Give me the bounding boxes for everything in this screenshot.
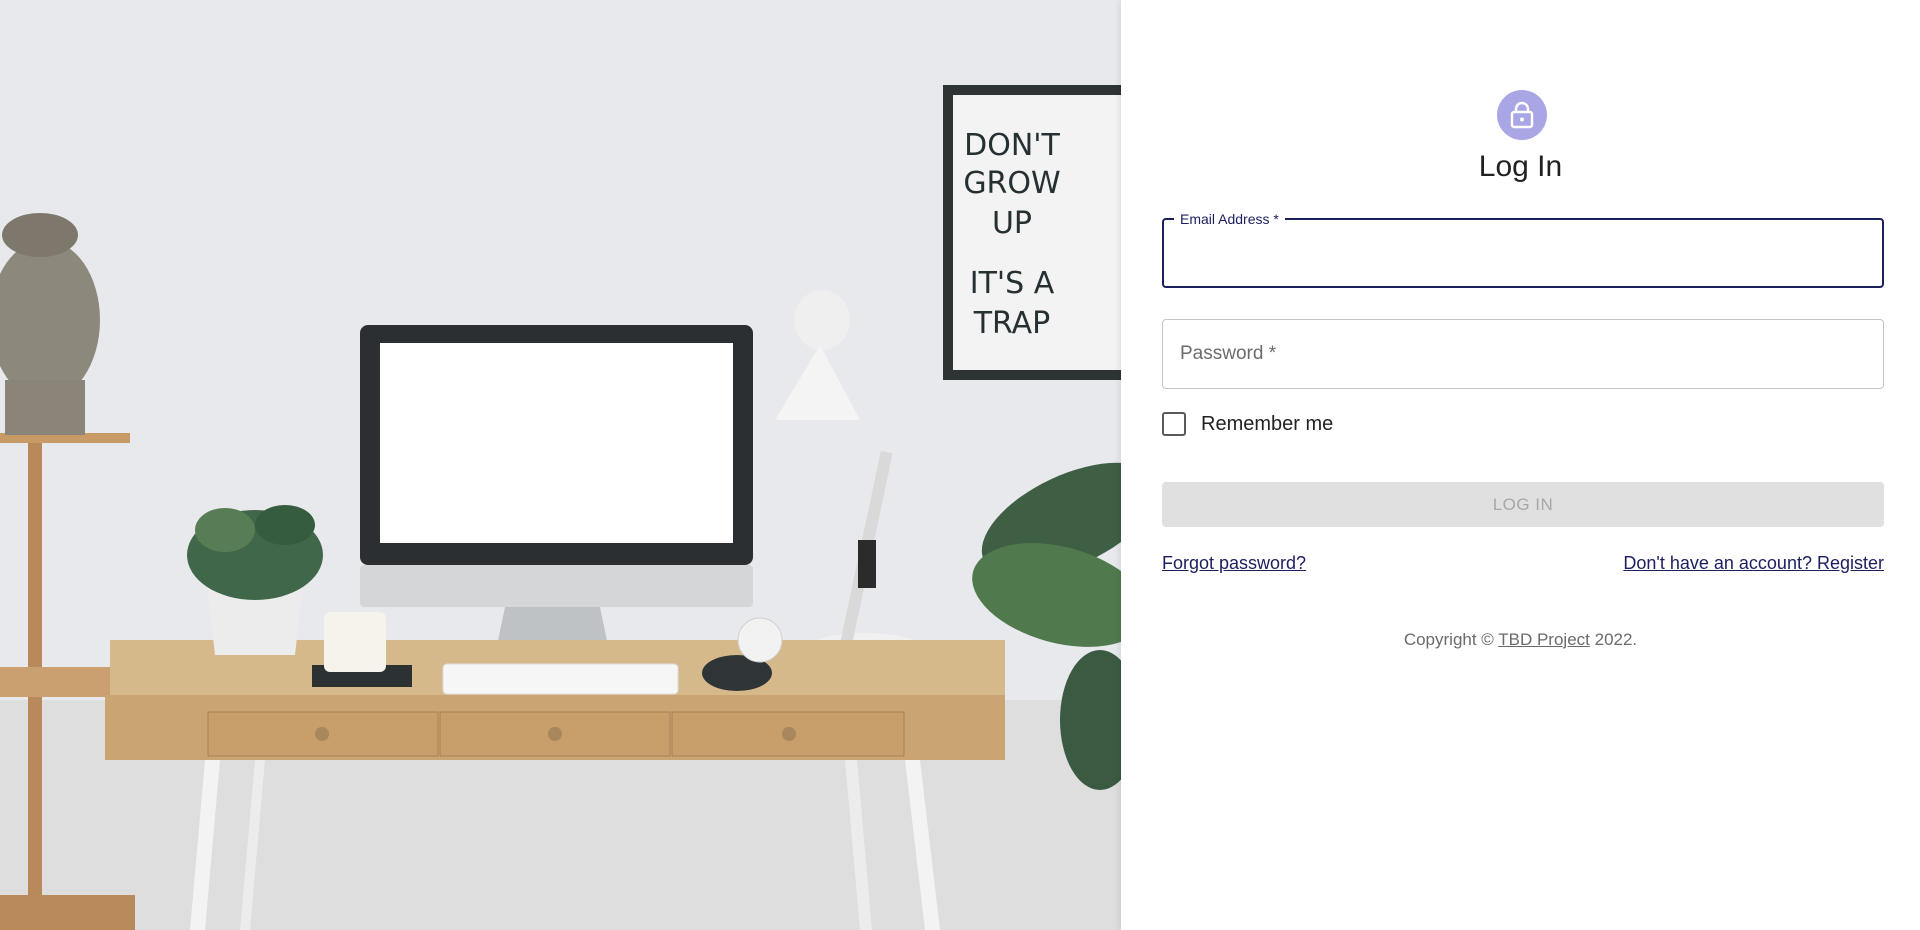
password-input[interactable] <box>1163 320 1883 388</box>
remember-checkbox[interactable] <box>1162 412 1186 436</box>
remember-me[interactable]: Remember me <box>1162 412 1333 436</box>
brand-link[interactable]: TBD Project <box>1498 630 1590 649</box>
copyright-prefix: Copyright © <box>1403 630 1499 649</box>
forgot-password-link[interactable]: Forgot password? <box>1162 553 1306 574</box>
copyright-suffix: 2022. <box>1589 630 1638 649</box>
email-input[interactable] <box>1164 220 1882 286</box>
register-link[interactable]: Don't have an account? Register <box>1623 553 1884 574</box>
login-panel: Log In Email Address * Password * Rememb… <box>1121 0 1920 930</box>
remember-label: Remember me <box>1201 412 1334 435</box>
password-field[interactable]: Password * <box>1162 319 1884 389</box>
poster-line-4: IT'S A <box>970 266 1055 301</box>
wall-poster: DON'T GROW UP IT'S A TRAP <box>943 85 1121 380</box>
copyright: Copyright © TBD Project 2022. <box>1121 630 1920 650</box>
workspace-illustration: DON'T GROW UP IT'S A TRAP <box>0 0 1121 930</box>
login-button[interactable]: LOG IN <box>1162 482 1884 527</box>
poster-line-5: TRAP <box>973 306 1051 341</box>
page-title: Log In <box>1478 150 1563 183</box>
poster-line-2: GROW <box>963 166 1060 201</box>
poster-line-3: UP <box>992 206 1032 241</box>
lock-avatar <box>1497 90 1547 140</box>
poster-line-1: DON'T <box>964 128 1060 163</box>
lock-icon <box>1510 101 1534 129</box>
hero-image: DON'T GROW UP IT'S A TRAP <box>0 0 1121 930</box>
email-field[interactable]: Email Address * <box>1162 211 1884 288</box>
